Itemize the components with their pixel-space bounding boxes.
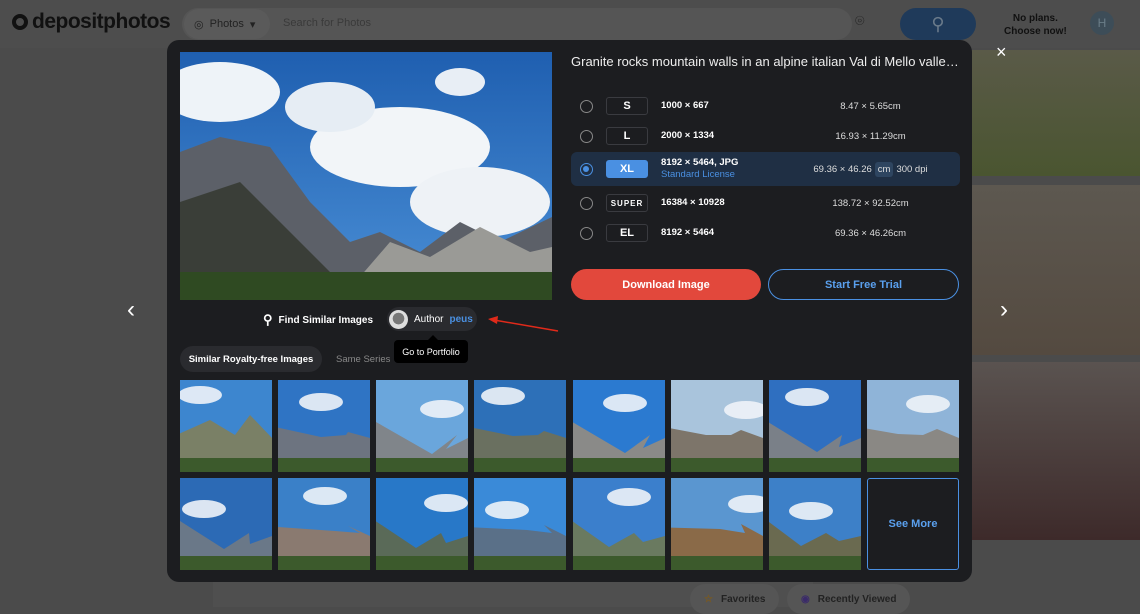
recently-viewed-button[interactable]: ◉ Recently Viewed bbox=[787, 584, 911, 614]
search-icon: ⚲ bbox=[263, 312, 273, 327]
find-similar-label: Find Similar Images bbox=[278, 314, 374, 326]
similar-image-thumbnail[interactable] bbox=[376, 478, 468, 570]
search-type-label: Photos bbox=[209, 18, 244, 30]
caret-down-icon: ▾ bbox=[249, 18, 256, 31]
background-image bbox=[972, 362, 1140, 540]
background-image bbox=[972, 50, 1140, 176]
size-pixels: 16384 × 10928 bbox=[661, 197, 725, 208]
size-badge: EL bbox=[606, 224, 648, 242]
camera-icon: ◎ bbox=[194, 18, 204, 31]
author-link[interactable]: Author peus bbox=[387, 307, 477, 331]
print-size: 16.93 × 11.29cm bbox=[835, 130, 906, 142]
star-icon: ☆ bbox=[704, 593, 713, 605]
plans-link[interactable]: No plans. Choose now! bbox=[1004, 12, 1067, 38]
similar-image-thumbnail[interactable] bbox=[474, 380, 566, 472]
start-free-trial-button[interactable]: Start Free Trial bbox=[768, 269, 959, 300]
search-type-dropdown[interactable]: ◎ Photos ▾ bbox=[184, 9, 270, 39]
size-option-el[interactable]: EL 8192 × 5464 69.36 × 46.26cm bbox=[571, 216, 960, 250]
unit-toggle[interactable]: cm bbox=[874, 161, 894, 177]
user-avatar[interactable]: H bbox=[1090, 11, 1114, 35]
author-avatar bbox=[389, 309, 408, 329]
main-image bbox=[180, 52, 552, 300]
plans-line2: Choose now! bbox=[1004, 26, 1067, 37]
size-radio[interactable] bbox=[580, 196, 593, 210]
dpi: 300 dpi bbox=[896, 163, 928, 175]
recently-viewed-label: Recently Viewed bbox=[817, 593, 897, 605]
similar-image-thumbnail[interactable] bbox=[769, 380, 861, 472]
next-image-button[interactable]: › bbox=[1000, 296, 1008, 324]
previous-image-button[interactable]: ‹ bbox=[127, 296, 135, 324]
similar-image-thumbnail[interactable] bbox=[278, 380, 370, 472]
size-pixels: 2000 × 1334 bbox=[661, 130, 715, 141]
author-name[interactable]: peus bbox=[449, 314, 472, 325]
tab-similar-images[interactable]: Similar Royalty-free Images bbox=[180, 346, 322, 372]
eye-icon: ◉ bbox=[801, 593, 810, 605]
size-radio[interactable] bbox=[580, 226, 593, 240]
size-badge: L bbox=[606, 127, 648, 145]
similar-image-thumbnail[interactable] bbox=[867, 380, 959, 472]
search-button[interactable]: ⚲ bbox=[900, 8, 976, 40]
similar-image-thumbnail[interactable] bbox=[671, 380, 763, 472]
similar-image-thumbnail[interactable] bbox=[180, 478, 272, 570]
similar-image-thumbnail[interactable] bbox=[180, 380, 272, 472]
tab-same-series[interactable]: Same Series bbox=[336, 354, 390, 365]
size-option-xl[interactable]: XL 8192 × 5464, JPG Standard License 69.36 … bbox=[571, 152, 960, 186]
similar-image-thumbnail[interactable] bbox=[278, 478, 370, 570]
see-more-button[interactable]: See More bbox=[867, 478, 959, 570]
size-radio[interactable] bbox=[580, 99, 593, 113]
size-pixels: 8192 × 5464, JPG bbox=[661, 157, 739, 168]
search-icon: ⚲ bbox=[931, 13, 945, 34]
size-badge: XL bbox=[606, 160, 648, 178]
size-pixels: 8192 × 5464 bbox=[661, 227, 715, 238]
logo-icon bbox=[12, 14, 28, 30]
print-size: 69.36 × 46.26cm bbox=[834, 227, 907, 239]
size-radio[interactable] bbox=[580, 162, 593, 176]
download-image-button[interactable]: Download Image bbox=[571, 269, 761, 300]
similar-image-thumbnail[interactable] bbox=[474, 478, 566, 570]
image-title: Granite rocks mountain walls in an alpin… bbox=[571, 54, 963, 69]
similar-image-thumbnail[interactable] bbox=[573, 478, 665, 570]
size-option-s[interactable]: S 1000 × 667 8.47 × 5.65cm bbox=[571, 89, 960, 123]
logo-text: depositphotos bbox=[32, 10, 171, 33]
close-button[interactable]: × bbox=[996, 42, 1007, 63]
plans-line1: No plans. bbox=[1012, 13, 1058, 24]
search-input[interactable]: Search for Photos bbox=[283, 17, 371, 29]
size-badge: SUPER bbox=[606, 194, 648, 212]
background-image bbox=[972, 185, 1140, 355]
size-badge: S bbox=[606, 97, 648, 115]
similar-image-thumbnail[interactable] bbox=[573, 380, 665, 472]
logo[interactable]: depositphotos bbox=[12, 10, 171, 34]
author-prefix: Author bbox=[414, 313, 444, 325]
find-similar-button[interactable]: ⚲ Find Similar Images bbox=[263, 312, 373, 328]
annotation-arrow bbox=[488, 316, 559, 332]
similar-image-thumbnail[interactable] bbox=[671, 478, 763, 570]
tooltip: Go to Portfolio bbox=[394, 335, 468, 363]
favorites-button[interactable]: ☆ Favorites bbox=[690, 584, 780, 614]
favorites-label: Favorites bbox=[720, 593, 766, 605]
size-option-l[interactable]: L 2000 × 1334 16.93 × 11.29cm bbox=[571, 119, 960, 153]
size-radio[interactable] bbox=[580, 129, 593, 143]
print-size: 8.47 × 5.65cm bbox=[840, 100, 901, 112]
license-link[interactable]: Standard License bbox=[661, 169, 781, 181]
size-pixels: 1000 × 667 bbox=[661, 100, 709, 111]
print-size: 138.72 × 92.52cm bbox=[832, 197, 909, 209]
print-size: 69.36 × 46.26 bbox=[813, 163, 872, 175]
size-option-super[interactable]: SUPER 16384 × 10928 138.72 × 92.52cm bbox=[571, 186, 960, 220]
similar-image-thumbnail[interactable] bbox=[376, 380, 468, 472]
visual-search-icon[interactable]: ⌾ bbox=[855, 13, 865, 31]
similar-image-thumbnail[interactable] bbox=[769, 478, 861, 570]
